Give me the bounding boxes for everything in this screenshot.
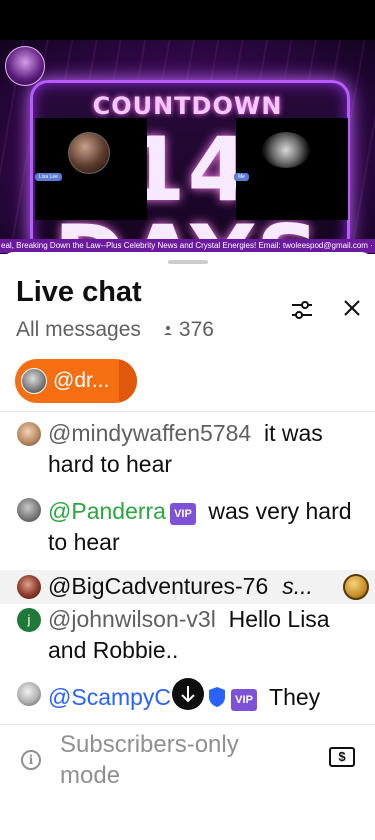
message-body: @ScampyC VIP They (48, 682, 366, 716)
close-icon[interactable] (340, 296, 364, 320)
arrow-down-icon (181, 686, 195, 703)
message-body: @johnwilson-v3l Hello Lisa and Robbie.. (48, 604, 366, 666)
settings-sliders-icon[interactable] (289, 297, 315, 323)
avatar (17, 575, 41, 599)
sticker-coin-icon (343, 574, 369, 600)
right-camera-tag: Me (234, 173, 249, 181)
message-body: @mindywaffen5784 it was hard to hear (48, 418, 366, 480)
info-icon[interactable]: i (21, 750, 41, 770)
right-camera-feed: Me (234, 118, 348, 220)
avatar (17, 682, 41, 706)
chat-filter-row: All messages 376 (16, 318, 214, 342)
divider (0, 411, 375, 412)
shield-icon (207, 685, 227, 716)
drag-handle[interactable] (168, 260, 208, 264)
chat-filter-dropdown[interactable]: All messages (16, 318, 141, 342)
ring-image (262, 132, 310, 168)
vip-badge: VIP (169, 503, 196, 525)
message-body: @Panderra VIP was very hard to hear (48, 496, 366, 558)
highlight-more: s... (282, 573, 313, 599)
chip-timer-band (119, 359, 137, 403)
highlight-text: @BigCadventures-76 s... (48, 573, 313, 600)
avatar (17, 422, 41, 446)
highlight-author: @BigCadventures-76 (48, 573, 269, 599)
chat-title: Live chat (16, 276, 142, 308)
subscribers-only-notice: Subscribers-only mode (60, 731, 239, 789)
money-icon[interactable]: $ (329, 747, 355, 767)
avatar (17, 498, 41, 522)
message-author[interactable]: @ScampyC (48, 684, 171, 710)
chat-footer: i Subscribers-only mode $ (0, 724, 375, 840)
person-icon (161, 323, 175, 337)
left-camera-tag: Lisa Lee (35, 173, 62, 181)
countdown-word: COUNTDOWN (92, 92, 283, 120)
avatar (21, 368, 47, 394)
video-player[interactable]: COUNTDOWN 14 DAYS Lisa Lee Me eal, Break… (0, 40, 375, 254)
channel-logo (5, 46, 45, 86)
left-camera-feed: Lisa Lee (35, 118, 147, 220)
super-sticker-row[interactable]: @BigCadventures-76 s... (0, 570, 375, 604)
news-ticker: eal, Breaking Down the Law--Plus Celebri… (0, 239, 375, 253)
viewer-count: 376 (178, 318, 214, 341)
host-portrait (68, 132, 110, 174)
message-text: They (269, 684, 321, 710)
message-author[interactable]: @Panderra (48, 498, 166, 524)
status-bar (0, 0, 375, 40)
avatar: j (17, 608, 41, 632)
message-author[interactable]: @mindywaffen5784 (48, 420, 251, 446)
scroll-to-bottom-button[interactable] (172, 678, 204, 710)
pinned-message-chip[interactable]: @dr... (15, 359, 137, 403)
live-chat-panel: Live chat All messages 376 @dr... @mindy… (0, 252, 375, 840)
message-author[interactable]: @johnwilson-v3l (48, 606, 216, 632)
pinned-chip-label: @dr... (53, 369, 110, 392)
vip-badge: VIP (231, 689, 258, 711)
